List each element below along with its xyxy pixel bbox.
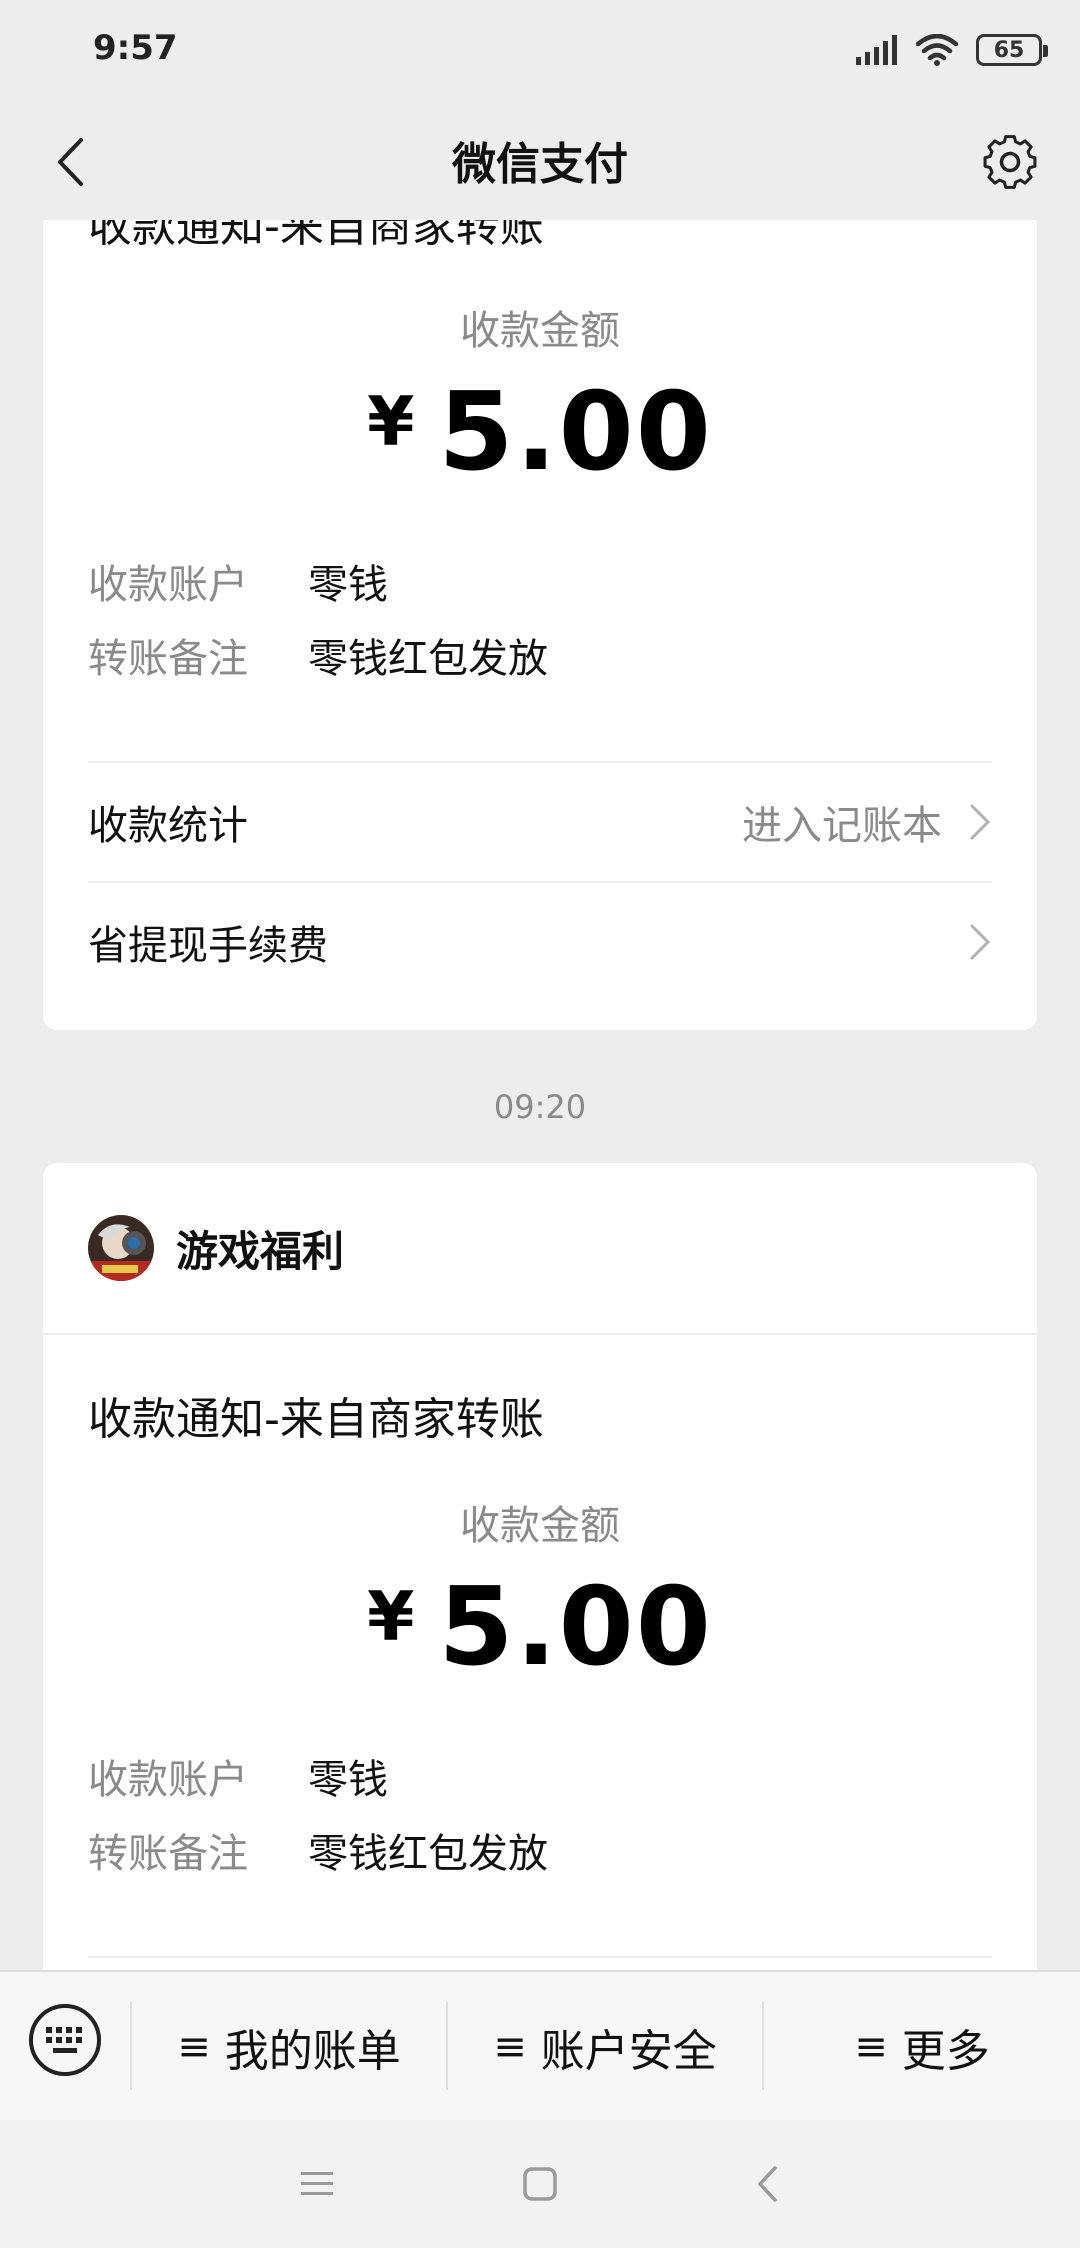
amount-label: 收款金额 [460, 308, 620, 354]
detail-value: 零钱 [308, 562, 388, 608]
home-button[interactable] [510, 2154, 570, 2214]
detail-row-remark: 转账备注 零钱红包发放 [88, 1821, 548, 1879]
message-list[interactable]: 收款通知-来自商家转账 收款金额 ¥5.00 收款账户 零钱 转账备注 零钱红包… [0, 220, 1080, 1970]
amount-number: 5.00 [438, 370, 713, 495]
menu-list-icon: ≡ [177, 2024, 211, 2070]
receipt-stats-row[interactable]: 收款统计 进入记账本 [88, 763, 992, 881]
detail-value: 零钱红包发放 [308, 636, 548, 682]
status-bar: 9:57 65 [0, 0, 1080, 100]
notice-title: 收款通知-来自商家转账 [88, 1394, 544, 1445]
chevron-right-icon [970, 924, 990, 960]
menu-label: 省提现手续费 [88, 923, 328, 969]
detail-row-remark: 转账备注 零钱红包发放 [88, 626, 548, 684]
divider [88, 1956, 992, 1958]
save-fee-row[interactable]: 省提现手续费 [88, 883, 992, 1001]
menu-label: 收款统计 [88, 803, 248, 849]
home-square-icon [523, 2167, 557, 2201]
payment-notice-card: 收款通知-来自商家转账 收款金额 ¥5.00 收款账户 零钱 转账备注 零钱红包… [43, 220, 1037, 1030]
amount-value: ¥5.00 [43, 370, 1037, 495]
bottom-menu: ≡ 我的账单 ≡ 账户安全 ≡ 更多 [0, 1970, 1080, 2120]
nav-bar: 微信支付 [0, 100, 1080, 220]
amount-value: ¥5.00 [43, 1565, 1037, 1690]
status-time: 9:57 [93, 28, 178, 68]
detail-key: 转账备注 [88, 636, 248, 682]
detail-value: 零钱红包发放 [308, 1831, 548, 1877]
menu-label: 更多 [901, 2026, 990, 2077]
detail-key: 转账备注 [88, 1831, 248, 1877]
status-icons: 65 [856, 32, 1048, 68]
merchant-name: 游戏福利 [176, 1226, 345, 1276]
battery-icon: 65 [976, 34, 1048, 66]
battery-level: 65 [993, 37, 1025, 63]
currency-symbol: ¥ [367, 383, 417, 462]
notice-title: 收款通知-来自商家转账 [88, 220, 544, 252]
detail-row-account: 收款账户 零钱 [88, 1747, 388, 1805]
keyboard-toggle-button[interactable] [25, 2000, 105, 2080]
signal-icon [856, 35, 897, 65]
menu-list-icon: ≡ [493, 2024, 527, 2070]
detail-key: 收款账户 [88, 1757, 248, 1803]
menu-label: 账户安全 [540, 2026, 717, 2077]
amount-number: 5.00 [438, 1565, 713, 1690]
payment-notice-card: 游戏福利 收款通知-来自商家转账 收款金额 ¥5.00 收款账户 零钱 转账备注… [43, 1163, 1037, 1970]
system-back-button[interactable] [737, 2154, 797, 2214]
merchant-avatar [88, 1215, 154, 1281]
account-security-menu[interactable]: ≡ 账户安全 [448, 1972, 762, 2122]
amount-label: 收款金额 [460, 1503, 620, 1549]
message-timestamp: 09:20 [493, 1088, 587, 1126]
currency-symbol: ¥ [367, 1578, 417, 1657]
chevron-right-icon [970, 804, 990, 840]
menu-label: 我的账单 [224, 2026, 401, 2077]
screen: 9:57 65 微信支付 收款通知-来自商家转账 收款金额 ¥ 5.00 收款账… [0, 0, 1080, 2248]
menu-icon [301, 2172, 333, 2195]
chevron-left-icon [758, 2166, 777, 2202]
ledger-link: 进入记账本 [742, 803, 942, 849]
keyboard-icon [29, 2004, 101, 2076]
my-bills-menu[interactable]: ≡ 我的账单 [132, 1972, 446, 2122]
divider [43, 1333, 1037, 1335]
wifi-icon [916, 34, 958, 66]
detail-value: 零钱 [308, 1757, 388, 1803]
system-nav-bar [0, 2120, 1080, 2248]
page-title: 微信支付 [452, 139, 628, 190]
recent-apps-button[interactable] [287, 2154, 347, 2214]
detail-key: 收款账户 [88, 562, 248, 608]
menu-list-icon: ≡ [854, 2024, 888, 2070]
more-menu[interactable]: ≡ 更多 [764, 1972, 1080, 2122]
settings-button[interactable] [970, 122, 1050, 202]
merchant-header[interactable]: 游戏福利 [88, 1213, 344, 1283]
gear-icon [983, 135, 1037, 189]
detail-row-account: 收款账户 零钱 [88, 552, 388, 610]
